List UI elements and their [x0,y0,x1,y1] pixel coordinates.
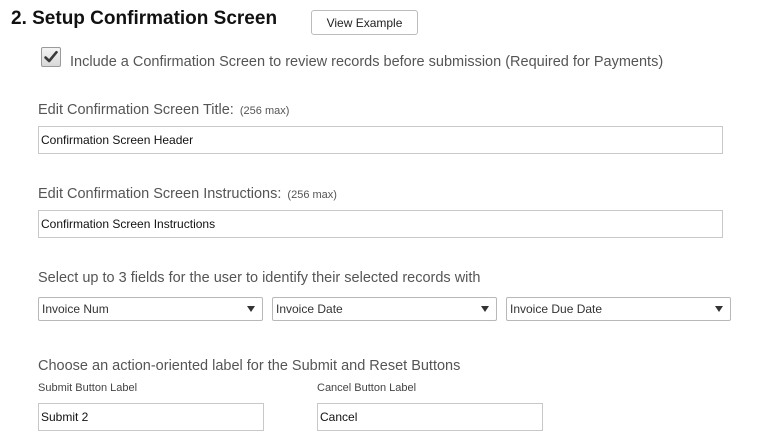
button-labels-heading: Choose an action-oriented label for the … [38,358,461,374]
identify-field-select-1[interactable]: Invoice Num [38,297,263,321]
title-field-max-note: (256 max) [239,105,290,117]
view-example-button[interactable]: View Example [311,10,418,35]
title-field-label-text: Edit Confirmation Screen Title: [38,102,234,118]
include-confirmation-label: Include a Confirmation Screen to review … [70,54,664,70]
cancel-button-label-caption: Cancel Button Label [317,382,417,394]
include-confirmation-checkbox[interactable] [41,47,61,67]
identify-field-select-3[interactable]: Invoice Due Date [506,297,731,321]
checkmark-icon [44,50,58,63]
confirmation-instructions-input[interactable] [38,210,723,238]
caret-down-icon [715,306,723,312]
identify-field-select-2-value: Invoice Date [276,302,343,316]
caret-down-icon [481,306,489,312]
section-title: 2. Setup Confirmation Screen [11,8,278,29]
instructions-field-max-note: (256 max) [287,189,337,201]
identify-field-select-3-value: Invoice Due Date [510,302,603,316]
instructions-field-label-text: Edit Confirmation Screen Instructions: [38,186,282,202]
title-field-label: Edit Confirmation Screen Title: (256 max… [38,102,289,118]
submit-button-label-input[interactable] [38,403,264,431]
cancel-button-label-input[interactable] [317,403,543,431]
identify-fields-label: Select up to 3 fields for the user to id… [38,270,481,286]
submit-button-label-caption: Submit Button Label [38,382,138,394]
caret-down-icon [247,306,255,312]
confirmation-title-input[interactable] [38,126,723,154]
confirmation-screen-setup: 2. Setup Confirmation Screen View Exampl… [0,0,758,446]
identify-field-select-2[interactable]: Invoice Date [272,297,497,321]
instructions-field-label: Edit Confirmation Screen Instructions: (… [38,186,337,202]
identify-field-select-1-value: Invoice Num [42,302,109,316]
